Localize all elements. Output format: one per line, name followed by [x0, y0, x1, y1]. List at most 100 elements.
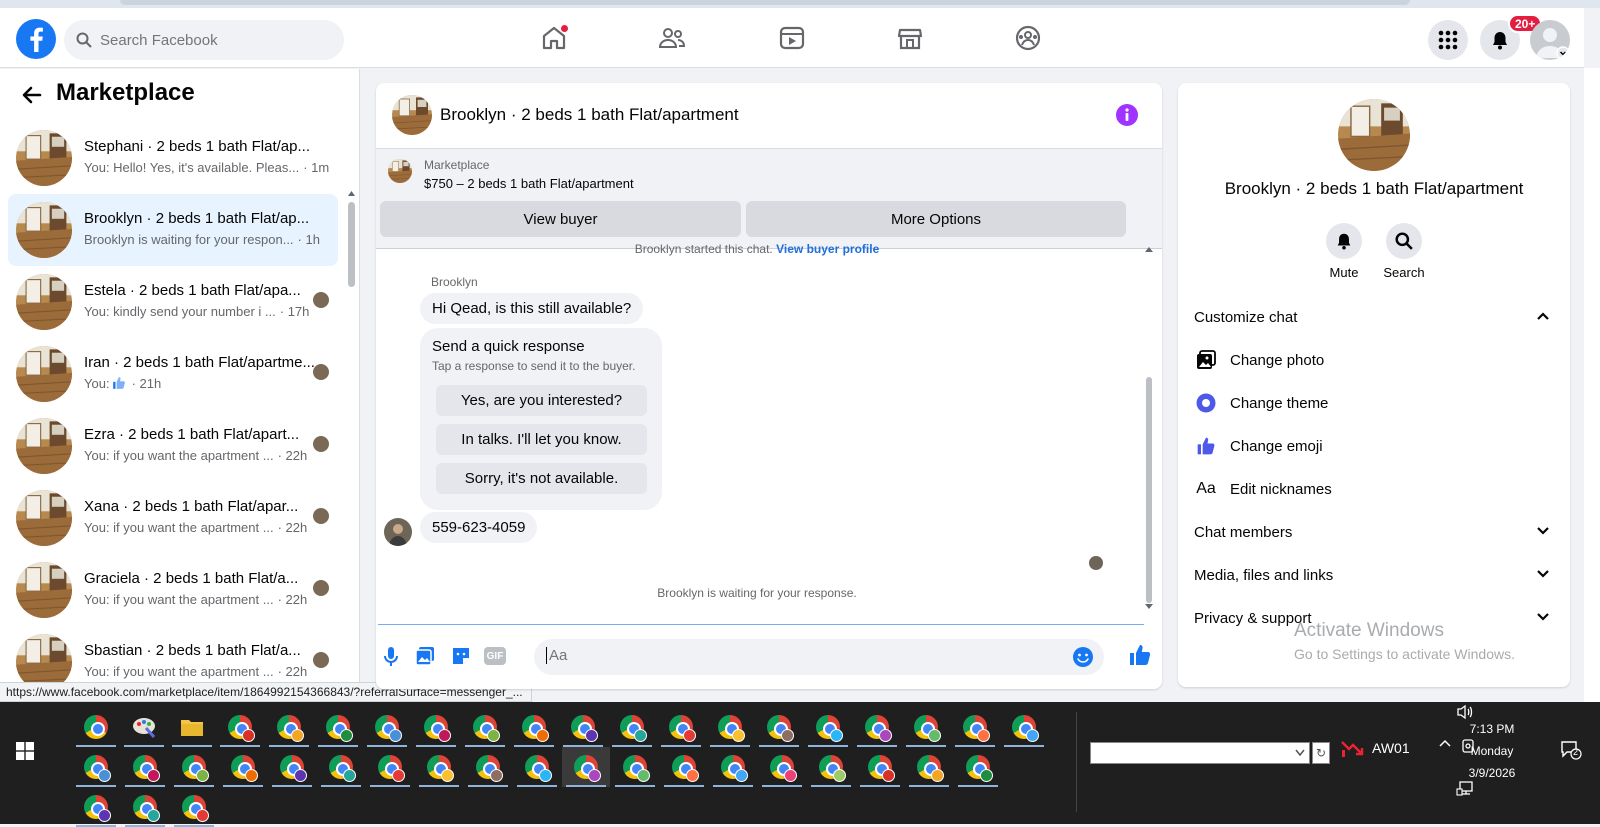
- facebook-logo-icon[interactable]: [16, 19, 56, 59]
- gif-icon[interactable]: GIF: [484, 647, 506, 665]
- chrome-profile-app[interactable]: [657, 707, 705, 747]
- chrome-profile-app[interactable]: [510, 707, 558, 747]
- chrome-profile-app[interactable]: [412, 707, 460, 747]
- chat-details-panel: Brooklyn · 2 beds 1 bath Flat/apartment …: [1178, 83, 1570, 687]
- apartment-photo-image: [1338, 99, 1410, 171]
- chrome-profile-app[interactable]: [706, 707, 754, 747]
- message-input[interactable]: [546, 647, 1046, 664]
- chrome-profile-app[interactable]: [170, 787, 218, 827]
- chrome-profile-app[interactable]: [709, 747, 757, 787]
- microphone-icon[interactable]: [380, 645, 402, 667]
- chrome-icon: [424, 715, 451, 742]
- conversation-item[interactable]: Xana · 2 beds 1 bath Flat/apar... You: if…: [8, 482, 338, 554]
- paint-app[interactable]: [120, 707, 168, 747]
- chrome-profile-app[interactable]: [660, 747, 708, 787]
- chat-detail-thumbnail[interactable]: [1338, 99, 1410, 171]
- chrome-profile-app[interactable]: [366, 747, 414, 787]
- menu-button[interactable]: [1428, 20, 1468, 60]
- refresh-icon[interactable]: ↻: [1312, 742, 1330, 764]
- chrome-profile-app[interactable]: [758, 747, 806, 787]
- mute-button[interactable]: Mute: [1314, 223, 1374, 280]
- chrome-profile-app[interactable]: [951, 707, 999, 747]
- windows-start-icon[interactable]: [16, 742, 34, 760]
- conversation-item[interactable]: Estela · 2 beds 1 bath Flat/apa... You: k…: [8, 266, 338, 338]
- incoming-message[interactable]: Hi Qead, is this still available?: [420, 293, 644, 324]
- groups-icon[interactable]: [1012, 22, 1044, 54]
- chrome-profile-app[interactable]: [807, 747, 855, 787]
- search-input[interactable]: [100, 31, 320, 49]
- conversation-item[interactable]: Stephani · 2 beds 1 bath Flat/ap... You: …: [8, 122, 338, 194]
- conversation-title: Ezra · 2 beds 1 bath Flat/apart...: [84, 426, 300, 443]
- friends-icon[interactable]: [656, 22, 688, 54]
- chrome-profile-app[interactable]: [268, 747, 316, 787]
- quick-response-not-available[interactable]: Sorry, it's not available.: [436, 463, 647, 494]
- conversation-item[interactable]: Iran · 2 beds 1 bath Flat/apartme... You:…: [8, 338, 338, 410]
- chrome-profile-app[interactable]: [611, 747, 659, 787]
- change-emoji-item[interactable]: Change emoji: [1194, 426, 1554, 466]
- change-theme-item[interactable]: Change theme: [1194, 383, 1554, 423]
- chat-scrollbar[interactable]: [1144, 245, 1154, 611]
- sender-avatar[interactable]: [384, 518, 412, 546]
- chrome-profile-app[interactable]: [513, 747, 561, 787]
- quick-response-yes[interactable]: Yes, are you interested?: [436, 385, 647, 416]
- system-clock[interactable]: 7:13 PM Monday 3/9/2026: [1442, 718, 1542, 784]
- thumbs-up-icon[interactable]: [1128, 643, 1152, 667]
- chrome-profile-app[interactable]: [755, 707, 803, 747]
- conversation-item[interactable]: Brooklyn · 2 beds 1 bath Flat/ap... Brook…: [8, 194, 338, 266]
- explorer-app[interactable]: [168, 707, 216, 747]
- chrome-profile-app[interactable]: [121, 747, 169, 787]
- message-input-container[interactable]: [534, 639, 1104, 675]
- chrome-icon: [329, 755, 356, 782]
- chrome-profile-app[interactable]: [265, 707, 313, 747]
- account-avatar[interactable]: [1530, 20, 1570, 60]
- incoming-phone-message[interactable]: 559-623-4059: [420, 512, 538, 543]
- chrome-profile-app[interactable]: [464, 747, 512, 787]
- video-icon[interactable]: [776, 22, 808, 54]
- chrome-profile-app[interactable]: [219, 747, 267, 787]
- chrome-profile-app[interactable]: [905, 747, 953, 787]
- action-center-icon[interactable]: 2: [1560, 740, 1582, 760]
- media-files-section[interactable]: Media, files and links: [1194, 555, 1554, 595]
- chrome-profile-app[interactable]: [559, 707, 607, 747]
- emoji-icon[interactable]: [1072, 646, 1094, 668]
- view-buyer-profile-link[interactable]: View buyer profile: [776, 242, 879, 256]
- chrome-profile-app[interactable]: [804, 707, 852, 747]
- marketplace-icon[interactable]: [894, 22, 926, 54]
- chrome-profile-app[interactable]: [562, 747, 610, 787]
- chrome-profile-app[interactable]: [317, 747, 365, 787]
- aw01-toolbar[interactable]: AW01: [1340, 738, 1410, 758]
- chat-members-section[interactable]: Chat members: [1194, 512, 1554, 552]
- seen-avatar: [313, 652, 329, 668]
- conversation-list-scrollbar[interactable]: [347, 189, 356, 737]
- conversation-item[interactable]: Ezra · 2 beds 1 bath Flat/apart... You: i…: [8, 410, 338, 482]
- chrome-profile-app[interactable]: [170, 747, 218, 787]
- chrome-profile-app[interactable]: [216, 707, 264, 747]
- search-chat-button[interactable]: Search: [1374, 223, 1434, 280]
- search-bar[interactable]: [64, 20, 344, 60]
- chrome-profile-app[interactable]: [856, 747, 904, 787]
- chrome-profile-app[interactable]: [72, 787, 120, 827]
- edit-nicknames-item[interactable]: Aa Edit nicknames: [1194, 469, 1554, 509]
- chrome-icon: [375, 715, 402, 742]
- photo-icon[interactable]: [414, 645, 436, 667]
- chrome-profile-app[interactable]: [1000, 707, 1048, 747]
- back-arrow-icon[interactable]: [20, 83, 44, 107]
- sticker-icon[interactable]: [450, 645, 472, 667]
- taskbar-dropdown[interactable]: [1090, 742, 1310, 764]
- chrome-profile-app[interactable]: [902, 707, 950, 747]
- quick-response-in-talks[interactable]: In talks. I'll let you know.: [436, 424, 647, 455]
- chrome-profile-app[interactable]: [608, 707, 656, 747]
- change-photo-item[interactable]: Change photo: [1194, 340, 1554, 380]
- conversation-item[interactable]: Graciela · 2 beds 1 bath Flat/a... You: i…: [8, 554, 338, 626]
- chrome-profile-app[interactable]: [121, 787, 169, 827]
- chrome-profile-app[interactable]: [415, 747, 463, 787]
- chrome-profile-app[interactable]: [954, 747, 1002, 787]
- chrome-profile-app[interactable]: [72, 747, 120, 787]
- customize-chat-section[interactable]: Customize chat: [1194, 297, 1554, 337]
- chrome-profile-app[interactable]: [314, 707, 362, 747]
- chrome-profile-app[interactable]: [72, 707, 120, 747]
- chrome-profile-app[interactable]: [363, 707, 411, 747]
- chrome-profile-app[interactable]: [853, 707, 901, 747]
- chrome-profile-app[interactable]: [461, 707, 509, 747]
- page-scrollbar[interactable]: [1584, 68, 1600, 702]
